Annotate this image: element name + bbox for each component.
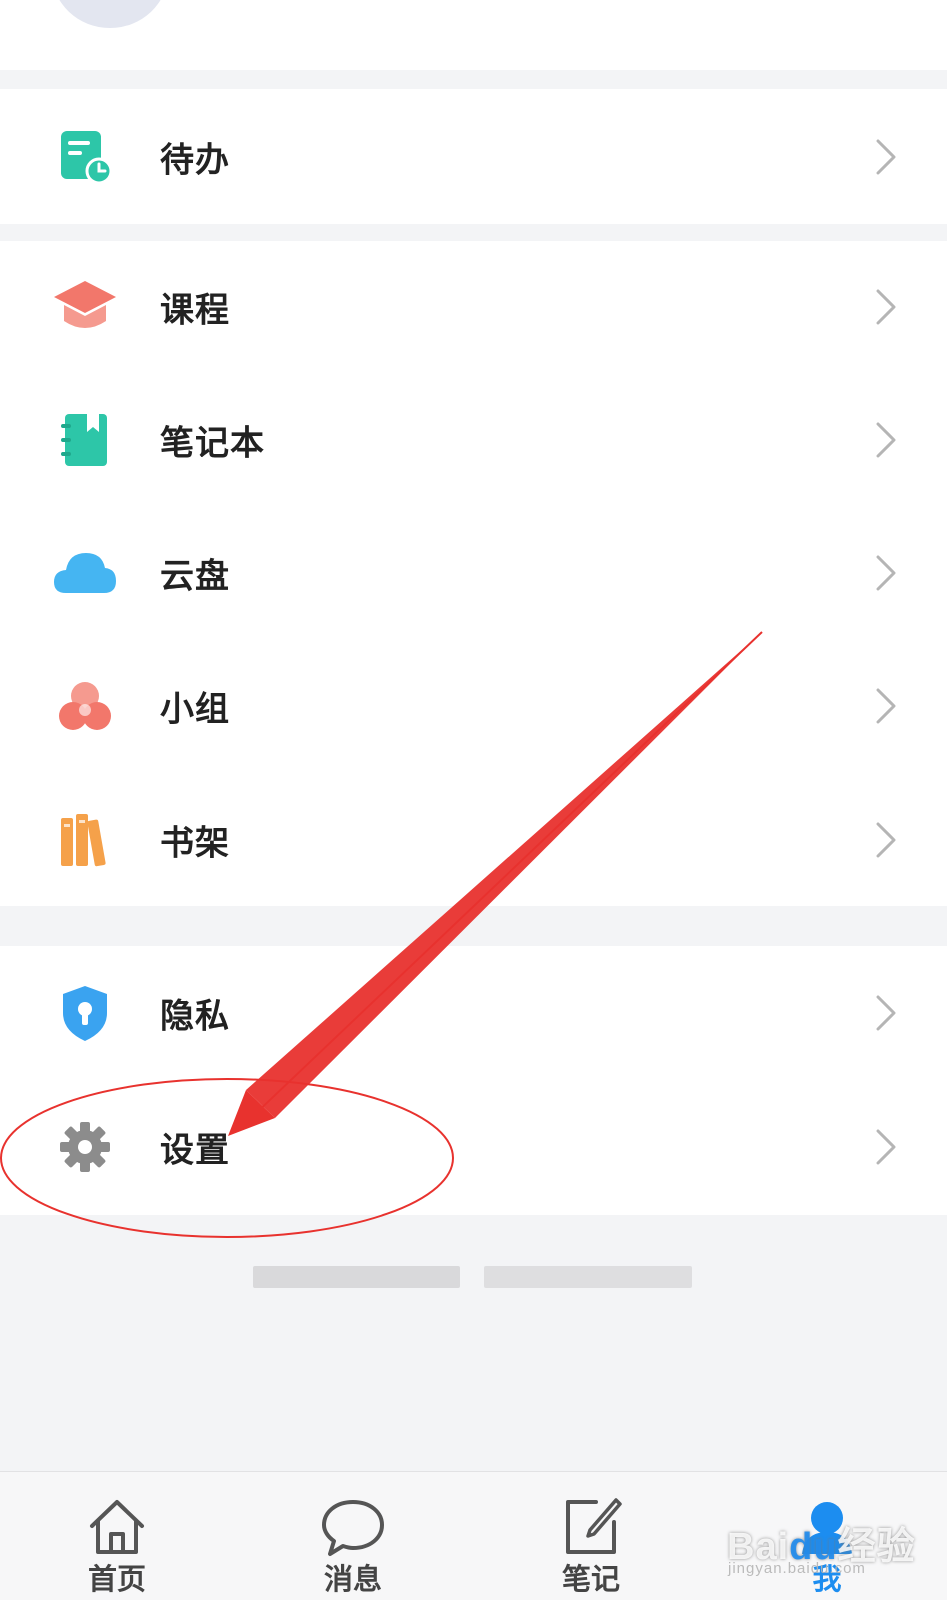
menu-item-group[interactable]: 小组: [0, 639, 947, 773]
gear-icon: [52, 1114, 118, 1180]
nav-label: 笔记: [561, 1562, 620, 1596]
chevron-right-icon: [876, 139, 896, 174]
avatar[interactable]: [52, 0, 168, 28]
cloud-icon: [52, 540, 118, 606]
graduation-cap-icon: [52, 274, 118, 340]
blurred-footer-text: [484, 1266, 692, 1288]
menu-group-main: 课程 笔记本 云盘 小组 书架: [0, 241, 947, 906]
menu-item-todo[interactable]: 待办: [0, 89, 947, 224]
menu-item-notebook[interactable]: 笔记本: [0, 373, 947, 506]
home-icon: [90, 1500, 144, 1554]
menu-group-todo: 待办: [0, 89, 947, 224]
nav-item-messages[interactable]: 消息: [278, 1472, 428, 1600]
chat-bubble-icon: [322, 1500, 384, 1556]
menu-item-label: 笔记本: [160, 423, 265, 463]
nav-item-home[interactable]: 首页: [42, 1472, 192, 1600]
menu-item-bookshelf[interactable]: 书架: [0, 773, 947, 906]
nav-label: 首页: [87, 1562, 146, 1596]
chevron-right-icon: [876, 289, 896, 325]
page: 待办 课程 笔记本 云盘 小组 书架 隐私 设置 首页 消息 笔记 我 Baid…: [0, 0, 947, 1600]
chevron-right-icon: [876, 822, 896, 857]
chevron-right-icon: [876, 688, 896, 724]
chevron-right-icon: [876, 555, 896, 590]
menu-item-cloud[interactable]: 云盘: [0, 506, 947, 639]
notebook-icon: [52, 407, 118, 473]
bookshelf-icon: [52, 807, 118, 873]
menu-item-label: 待办: [160, 140, 230, 180]
menu-item-privacy[interactable]: 隐私: [0, 946, 947, 1079]
blurred-footer-text: [253, 1266, 460, 1288]
menu-item-label: 小组: [160, 689, 230, 730]
menu-group-system: 隐私 设置: [0, 946, 947, 1215]
shield-lock-icon: [52, 980, 118, 1046]
group-circles-icon: [52, 673, 118, 739]
menu-item-label: 隐私: [160, 996, 230, 1036]
nav-label: 消息: [323, 1562, 382, 1596]
note-edit-icon: [566, 1498, 622, 1554]
menu-item-label: 云盘: [160, 556, 230, 596]
chevron-right-icon: [876, 1129, 896, 1165]
nav-item-notes[interactable]: 笔记: [516, 1472, 666, 1600]
menu-item-label: 课程: [160, 290, 230, 331]
watermark-url: jingyan.baidu.com: [728, 1560, 866, 1577]
profile-card: [0, 0, 947, 70]
chevron-right-icon: [876, 422, 896, 457]
menu-item-label: 设置: [160, 1130, 230, 1171]
todo-clock-icon: [52, 124, 118, 190]
menu-item-settings[interactable]: 设置: [0, 1079, 947, 1215]
chevron-right-icon: [876, 995, 896, 1030]
menu-item-label: 书架: [160, 823, 230, 863]
menu-item-course[interactable]: 课程: [0, 241, 947, 373]
